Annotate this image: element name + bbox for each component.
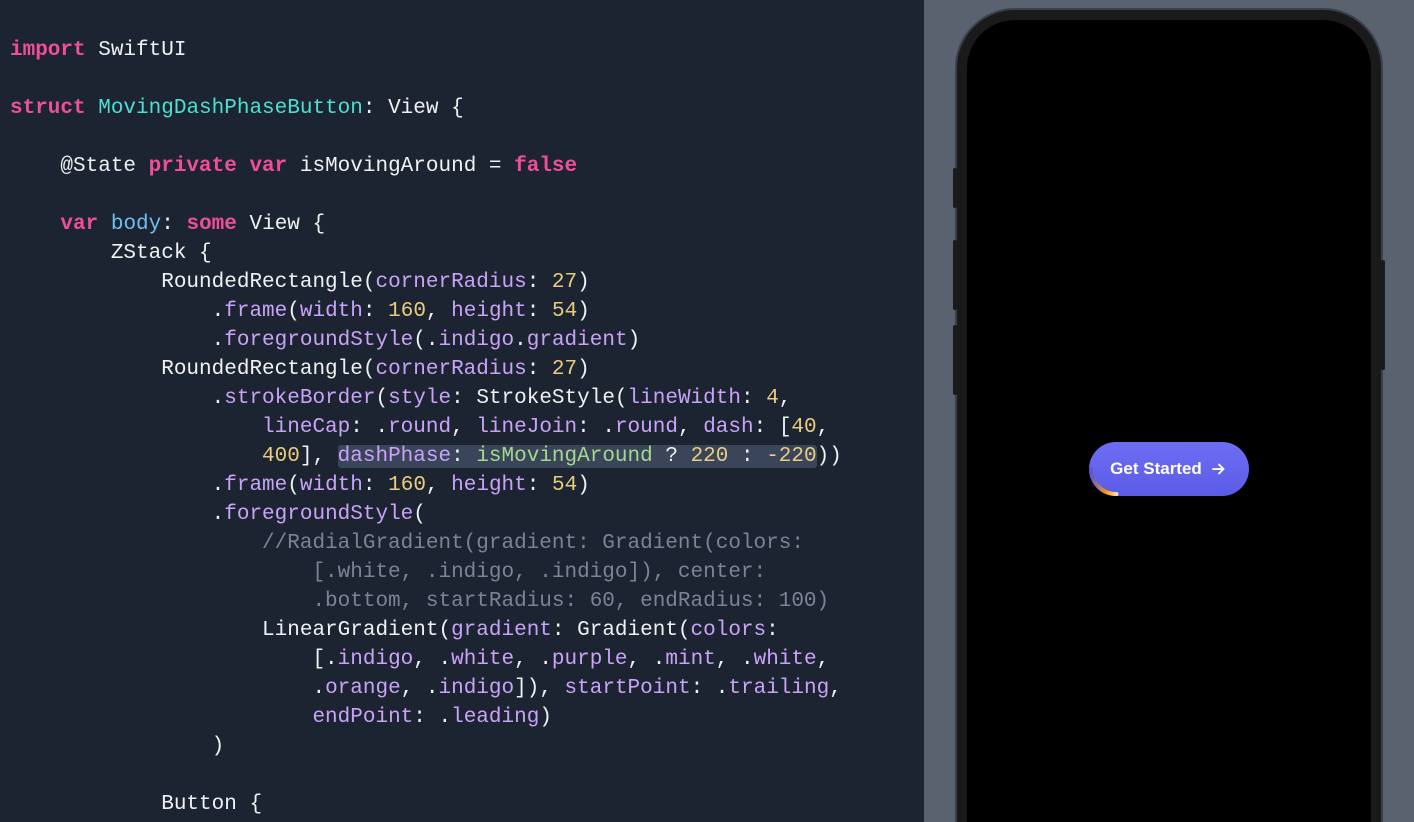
get-started-component: Get Started xyxy=(1089,442,1249,496)
phone-side-button xyxy=(1381,260,1385,370)
phone-side-button xyxy=(953,325,957,395)
kw-struct: struct xyxy=(10,97,86,120)
comment-line: .bottom, startRadius: 60, endRadius: 100… xyxy=(10,590,829,613)
arrow-right-icon xyxy=(1210,460,1228,478)
kw-import: import xyxy=(10,39,86,62)
phone-side-button xyxy=(953,240,957,310)
preview-pane: Get Started xyxy=(924,0,1414,822)
code-editor[interactable]: import SwiftUI struct MovingDashPhaseBut… xyxy=(0,0,924,822)
comment-line: //RadialGradient(gradient: Gradient(colo… xyxy=(10,532,804,555)
phone-side-button xyxy=(953,168,957,208)
get-started-button[interactable]: Get Started xyxy=(1089,442,1249,496)
kw-private: private xyxy=(149,155,237,178)
comment-line: [.white, .indigo, .indigo]), center: xyxy=(10,561,766,584)
phone-frame: Get Started xyxy=(957,10,1381,822)
selection-highlight: dashPhase: isMovingAround ? 220 : -220 xyxy=(338,445,817,468)
get-started-label: Get Started xyxy=(1110,459,1202,479)
